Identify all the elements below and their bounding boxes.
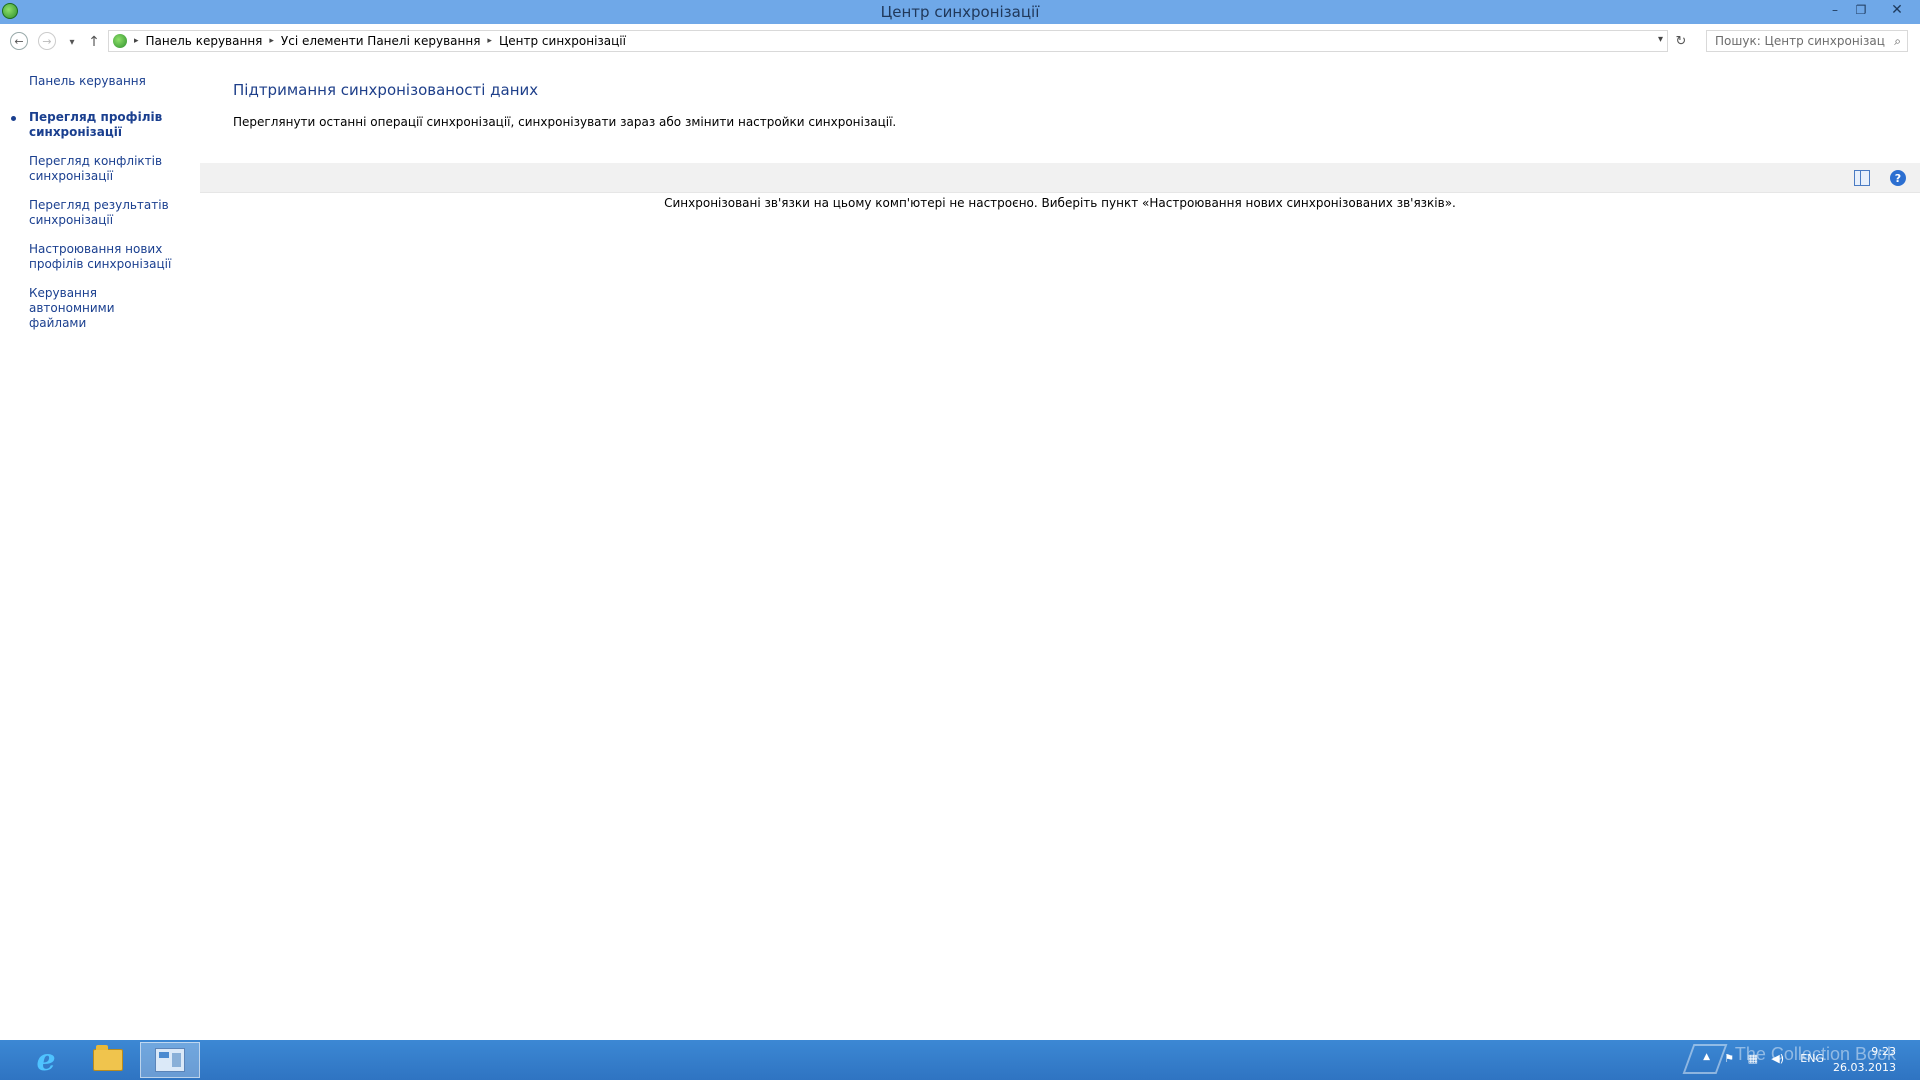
task-view-sync-conflicts[interactable]: Перегляд конфліктів синхронізації xyxy=(29,154,179,184)
address-bar[interactable]: ▸ Панель керування ▸ Усі елементи Панелі… xyxy=(108,30,1668,52)
file-explorer-taskbar-button[interactable] xyxy=(78,1042,138,1078)
clock-time: 9:23 xyxy=(1871,1045,1896,1058)
up-button[interactable]: ↑ xyxy=(84,32,104,52)
internet-explorer-icon: e xyxy=(36,1042,56,1078)
input-language-indicator[interactable]: ENG xyxy=(1800,1052,1824,1065)
navigation-bar: ← → ▾ ↑ ▸ Панель керування ▸ Усі елемент… xyxy=(0,24,1920,58)
sync-center-location-icon xyxy=(113,34,127,48)
breadcrumb-control-panel[interactable]: Панель керування xyxy=(146,34,263,48)
help-icon[interactable]: ? xyxy=(1890,170,1906,186)
chevron-right-icon[interactable]: ▸ xyxy=(487,36,492,46)
control-panel-icon xyxy=(155,1048,185,1072)
minimize-button[interactable]: – xyxy=(1822,0,1848,20)
active-bullet-icon xyxy=(11,116,16,121)
search-icon[interactable]: ⌕ xyxy=(1894,34,1901,49)
recent-locations-button[interactable]: ▾ xyxy=(62,32,82,52)
page-title: Підтримання синхронізованості даних xyxy=(233,81,539,99)
address-dropdown-icon[interactable]: ▾ xyxy=(1658,34,1663,45)
change-layout-icon[interactable] xyxy=(1854,170,1870,186)
task-manage-offline-files[interactable]: Керування автономними файлами xyxy=(29,286,179,331)
breadcrumb-sync-center[interactable]: Центр синхронізації xyxy=(499,34,626,48)
refresh-button[interactable]: ↻ xyxy=(1670,31,1692,51)
clock[interactable]: 9:23 26.03.2013 xyxy=(1833,1044,1896,1076)
restore-button[interactable]: ❐ xyxy=(1848,0,1874,20)
control-panel-taskbar-button[interactable] xyxy=(140,1042,200,1078)
window-controls: – ❐ ✕ xyxy=(1822,0,1920,20)
task-set-up-new-partnerships[interactable]: Настроювання нових профілів синхронізаці… xyxy=(29,242,179,272)
system-tray: The Collection Book ▲ ⚑ ▦ ◀) ENG 9:23 26… xyxy=(1680,1040,1920,1080)
title-bar: Центр синхронізації – ❐ ✕ xyxy=(0,0,1920,24)
show-hidden-icons-icon[interactable]: ▲ xyxy=(1703,1052,1710,1062)
forward-button[interactable]: → xyxy=(38,32,56,50)
window-title: Центр синхронізації xyxy=(880,3,1040,21)
sync-center-app-icon[interactable] xyxy=(2,3,18,19)
folder-icon xyxy=(93,1045,123,1071)
page-description: Переглянути останні операції синхронізац… xyxy=(233,115,897,129)
internet-explorer-taskbar-button[interactable]: e xyxy=(16,1042,76,1078)
chevron-right-icon[interactable]: ▸ xyxy=(269,36,274,46)
breadcrumb-all-items[interactable]: Усі елементи Панелі керування xyxy=(281,34,481,48)
clock-date: 26.03.2013 xyxy=(1833,1061,1896,1074)
search-input[interactable] xyxy=(1715,34,1885,48)
control-panel-home-link[interactable]: Панель керування xyxy=(29,74,146,88)
task-view-sync-results[interactable]: Перегляд результатів синхронізації xyxy=(29,198,179,228)
close-button[interactable]: ✕ xyxy=(1874,0,1920,20)
empty-partnerships-message: Синхронізовані зв'язки на цьому комп'юте… xyxy=(664,196,1456,210)
chevron-right-icon[interactable]: ▸ xyxy=(134,36,139,46)
action-center-flag-icon[interactable]: ⚑ xyxy=(1724,1052,1734,1065)
task-view-sync-partnerships[interactable]: Перегляд профілів синхронізації xyxy=(11,110,179,140)
back-button[interactable]: ← xyxy=(10,32,28,50)
task-list: Перегляд профілів синхронізації Перегляд… xyxy=(11,110,179,345)
volume-icon[interactable]: ◀) xyxy=(1771,1052,1784,1065)
search-box[interactable]: ⌕ xyxy=(1706,30,1908,52)
network-icon[interactable]: ▦ xyxy=(1748,1052,1758,1065)
taskbar: e The Collection Book ▲ ⚑ ▦ ◀) ENG 9:23 … xyxy=(0,1040,1920,1080)
command-bar: ? xyxy=(200,163,1920,193)
